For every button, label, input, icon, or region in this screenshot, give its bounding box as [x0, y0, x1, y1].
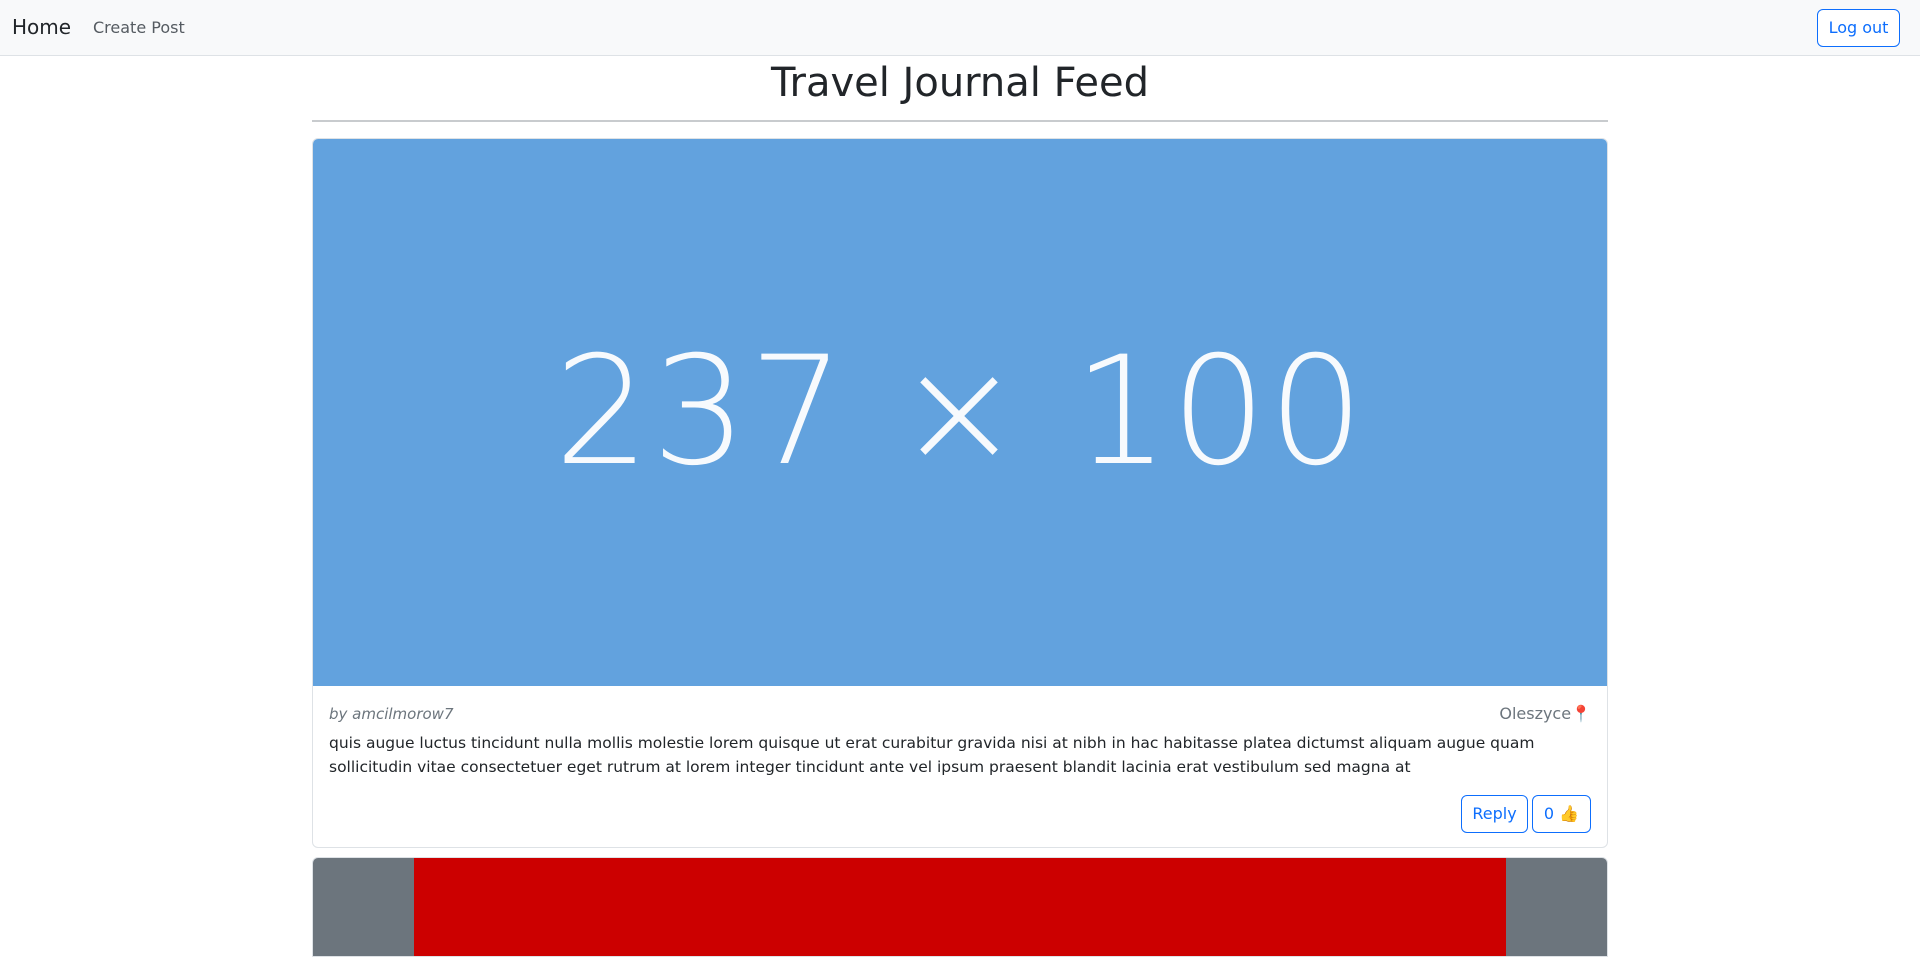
post-card-2 [312, 857, 1608, 957]
reply-button[interactable]: Reply [1461, 795, 1528, 833]
post-location: Oleszyce📍 [1499, 704, 1591, 723]
home-link[interactable]: Home [12, 14, 71, 40]
post-body: quis augue luctus tincidunt nulla mollis… [329, 734, 1535, 776]
page-title: Travel Journal Feed [770, 60, 1150, 106]
post-author: by amcilmorow7 [329, 705, 454, 723]
create-post-link[interactable]: Create Post [93, 17, 185, 39]
post-image-placeholder-text: 237 × 100 [554, 325, 1366, 499]
post-image-2 [414, 858, 1506, 956]
like-button[interactable]: 0 👍 [1532, 795, 1591, 833]
top-navbar: Home Create Post Log out [0, 0, 1920, 56]
post-card: 237 × 100 by amcilmorow7 Oleszyce📍 quis … [312, 138, 1608, 848]
logout-button[interactable]: Log out [1817, 9, 1900, 47]
post-image: 237 × 100 [313, 139, 1607, 686]
title-divider [312, 120, 1608, 122]
